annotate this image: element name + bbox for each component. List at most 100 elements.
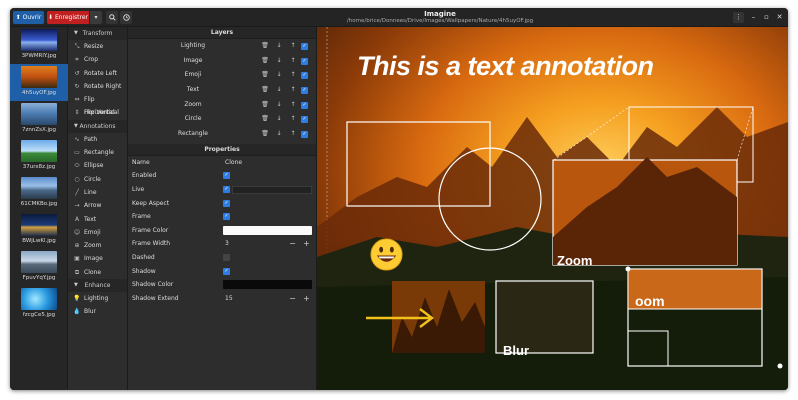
tool-clone[interactable]: ⧉ Clone xyxy=(68,266,127,279)
tool-resize[interactable]: ⤡ Resize xyxy=(68,40,127,53)
delete-layer-button[interactable]: 🗑 xyxy=(261,54,269,69)
delete-layer-button[interactable]: 🗑 xyxy=(261,98,269,113)
layer-row[interactable]: Zoom 🗑 ↓ ↑ ✓ xyxy=(128,98,316,113)
trash-icon: 🗑 xyxy=(261,71,269,79)
layer-row[interactable]: Image 🗑 ↓ ↑ ✓ xyxy=(128,54,316,69)
layer-row[interactable]: Lighting 🗑 ↓ ↑ ✓ xyxy=(128,39,316,54)
minimize-button[interactable]: – xyxy=(748,12,759,23)
layer-visible-checkbox[interactable]: ✓ xyxy=(301,131,308,139)
tool-path[interactable]: ∿ Path xyxy=(68,133,127,146)
layer-row[interactable]: Rectangle 🗑 ↓ ↑ ✓ xyxy=(128,127,316,142)
thumbnail-item[interactable]: 7znnZsX.jpg xyxy=(10,101,68,138)
thumbnail-item-selected[interactable]: 4h5uyOF.jpg xyxy=(10,64,68,101)
delete-layer-button[interactable]: 🗑 xyxy=(261,127,269,142)
layer-visible-checkbox[interactable]: ✓ xyxy=(301,72,308,80)
layer-row[interactable]: Emoji 🗑 ↓ ↑ ✓ xyxy=(128,68,316,83)
section-annotations[interactable]: ▼ Annotations xyxy=(68,119,127,133)
search-button[interactable] xyxy=(106,11,118,24)
close-button[interactable]: ✕ xyxy=(774,12,785,23)
shadow-checkbox[interactable]: ✓ xyxy=(223,267,230,275)
move-down-button[interactable]: ↓ xyxy=(275,112,283,127)
layer-visible-checkbox[interactable]: ✓ xyxy=(301,43,308,50)
history-button[interactable] xyxy=(120,11,132,24)
tool-image[interactable]: ▣ Image xyxy=(68,252,127,265)
layer-row[interactable]: Circle 🗑 ↓ ↑ ✓ xyxy=(128,112,316,127)
move-up-button[interactable]: ↑ xyxy=(289,112,297,127)
live-checkbox[interactable]: ✓ xyxy=(223,186,230,193)
thumbnail-item[interactable]: fzcgCe5.jpg xyxy=(10,286,68,323)
thumbnail-item[interactable]: BWjLwKl.jpg xyxy=(10,212,68,249)
delete-layer-button[interactable]: 🗑 xyxy=(261,112,269,127)
move-down-button[interactable]: ↓ xyxy=(275,68,283,83)
tool-rotate-right[interactable]: ↻ Rotate Right xyxy=(68,80,127,93)
move-up-button[interactable]: ↑ xyxy=(289,83,297,98)
move-down-button[interactable]: ↓ xyxy=(275,83,283,98)
delete-layer-button[interactable]: 🗑 xyxy=(261,68,269,83)
frame-checkbox[interactable]: ✓ xyxy=(223,213,230,221)
frame-width-value[interactable]: 3 xyxy=(225,237,229,251)
tool-label: Zoom xyxy=(84,242,102,250)
dashed-checkbox[interactable] xyxy=(223,253,230,261)
move-up-button[interactable]: ↑ xyxy=(289,98,297,113)
close-icon: ✕ xyxy=(776,13,783,21)
move-down-button[interactable]: ↓ xyxy=(275,127,283,142)
layer-visible-checkbox[interactable]: ✓ xyxy=(301,101,308,109)
tool-lighting[interactable]: 💡 Lighting xyxy=(68,292,127,305)
move-down-button[interactable]: ↓ xyxy=(275,98,283,113)
tool-ellipse[interactable]: ⬭ Ellipse xyxy=(68,159,127,172)
section-enhance[interactable]: ▼ Enhance xyxy=(68,279,127,293)
move-up-button[interactable]: ↑ xyxy=(289,39,297,54)
increment-button[interactable]: + xyxy=(302,292,311,306)
open-button[interactable]: ⬆ Ouvrir xyxy=(13,11,44,24)
tool-text[interactable]: A Text xyxy=(68,213,127,226)
frame-color-swatch[interactable] xyxy=(223,225,312,235)
move-down-button[interactable]: ↓ xyxy=(275,39,283,54)
layer-visible-checkbox[interactable]: ✓ xyxy=(301,116,308,124)
keep-aspect-checkbox[interactable]: ✓ xyxy=(223,199,230,207)
layer-visible-checkbox[interactable]: ✓ xyxy=(301,57,308,65)
save-button[interactable]: ⬇ Enregistrer xyxy=(47,11,89,24)
delete-layer-button[interactable]: 🗑 xyxy=(261,39,269,54)
decrement-button[interactable]: − xyxy=(288,237,297,251)
shadow-extend-value[interactable]: 15 xyxy=(225,292,233,306)
enabled-checkbox[interactable]: ✓ xyxy=(223,172,230,180)
move-up-button[interactable]: ↑ xyxy=(289,54,297,69)
prop-label: Keep Aspect xyxy=(132,199,170,207)
tool-arrow[interactable]: → Arrow xyxy=(68,199,127,212)
tool-blur[interactable]: 💧 Blur xyxy=(68,305,127,318)
thumbnail-item[interactable]: 3PWMRlY.jpg xyxy=(10,27,68,64)
thumbnail-item[interactable]: 61CMKBo.jpg xyxy=(10,175,68,212)
increment-button[interactable]: + xyxy=(302,237,311,251)
image-canvas[interactable]: This is a text annotation Zoom oom Blur xyxy=(317,27,788,390)
chevron-down-icon: ▾ xyxy=(94,14,98,21)
tool-flip-horizontal[interactable]: ⇔ Flip Horizontal xyxy=(68,93,127,116)
move-down-button[interactable]: ↓ xyxy=(275,54,283,69)
tool-rotate-left[interactable]: ↺ Rotate Left xyxy=(68,67,127,80)
prop-frame-color: Frame Color xyxy=(128,224,316,238)
menu-button[interactable]: ⋮ xyxy=(733,12,744,23)
tool-line[interactable]: ╱ Line xyxy=(68,186,127,199)
tool-emoji[interactable]: ☺ Emoji xyxy=(68,226,127,239)
layer-visible-checkbox[interactable]: ✓ xyxy=(301,87,308,95)
thumbnail-image xyxy=(21,29,57,51)
decrement-button[interactable]: − xyxy=(288,292,297,306)
layer-row[interactable]: Text 🗑 ↓ ↑ ✓ xyxy=(128,83,316,98)
move-up-button[interactable]: ↑ xyxy=(289,68,297,83)
tool-circle[interactable]: ○ Circle xyxy=(68,173,127,186)
section-transform[interactable]: ▼ Transform xyxy=(68,27,127,40)
tool-flip-vertical[interactable]: ⇕ Flip Vertical xyxy=(68,106,127,119)
shadow-color-swatch[interactable] xyxy=(223,280,312,290)
delete-layer-button[interactable]: 🗑 xyxy=(261,83,269,98)
move-up-button[interactable]: ↑ xyxy=(289,127,297,142)
tool-crop[interactable]: ⌗ Crop xyxy=(68,53,127,66)
prop-label: Frame Width xyxy=(132,240,171,248)
name-field[interactable]: Clone xyxy=(225,156,242,170)
thumbnail-item[interactable]: 37urx8z.jpg xyxy=(10,138,68,175)
maximize-button[interactable]: ▫ xyxy=(761,12,772,23)
tool-rectangle[interactable]: ▭ Rectangle xyxy=(68,146,127,159)
save-menu-button[interactable]: ▾ xyxy=(90,11,102,24)
blur-label: Blur xyxy=(503,343,529,358)
tool-zoom[interactable]: ⊕ Zoom xyxy=(68,239,127,252)
thumbnail-item[interactable]: FpuvYqY.jpg xyxy=(10,249,68,286)
layer-name: Rectangle xyxy=(178,130,208,138)
